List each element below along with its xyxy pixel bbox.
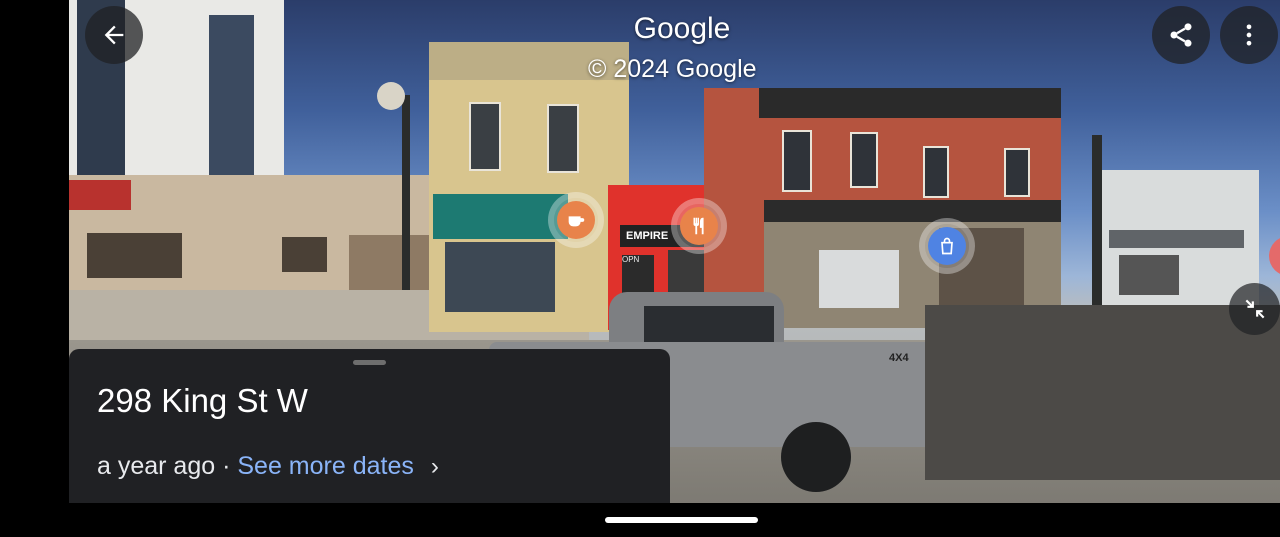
collapse-button[interactable]: [1229, 283, 1280, 335]
partial-poi-marker[interactable]: [1269, 236, 1280, 276]
share-icon: [1170, 23, 1192, 47]
trailer: [925, 305, 1280, 480]
more-vertical-icon: [1246, 24, 1252, 46]
cafe-poi-marker[interactable]: [554, 198, 598, 242]
shopping-bag-icon: [941, 237, 953, 255]
capture-date: a year ago: [97, 452, 216, 480]
fork-knife-icon: [693, 217, 704, 235]
coffee-cup-icon: [568, 216, 585, 227]
arrow-left-icon: [104, 25, 124, 45]
chevron-right-icon[interactable]: ›: [431, 453, 439, 480]
location-info-panel[interactable]: 298 King St W a year ago · See more date…: [69, 349, 670, 503]
more-options-button[interactable]: [1220, 6, 1278, 64]
yellow-building: [429, 42, 629, 332]
store-sign: EMPIRE: [626, 230, 669, 242]
shopping-poi-marker[interactable]: [925, 224, 969, 268]
restaurant-poi-marker[interactable]: [677, 204, 721, 248]
google-watermark: Google: [633, 12, 731, 45]
truck-badge: 4X4: [889, 352, 909, 364]
address-title: 298 King St W: [97, 382, 308, 419]
share-button[interactable]: [1152, 6, 1210, 64]
see-more-dates-link[interactable]: See more dates: [237, 452, 414, 480]
back-button[interactable]: [85, 6, 143, 64]
drag-handle[interactable]: [353, 360, 386, 365]
date-line: a year ago · See more dates ›: [97, 452, 439, 481]
separator: ·: [222, 452, 231, 480]
open-sign: OPN: [622, 255, 640, 264]
copyright-text: © 2024 Google: [588, 55, 757, 83]
collapse-icon: [1245, 299, 1264, 319]
white-house: [1099, 170, 1259, 310]
gesture-nav-handle[interactable]: [605, 517, 758, 523]
lamp-globe: [377, 82, 405, 110]
